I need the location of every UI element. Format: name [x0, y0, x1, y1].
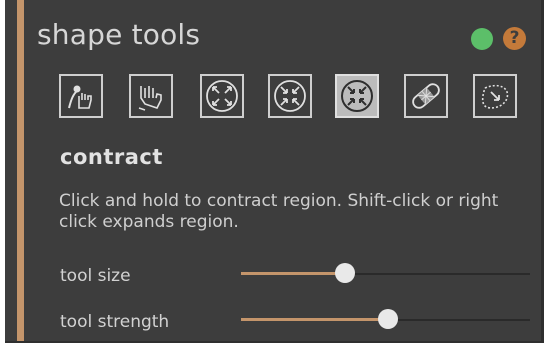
tool-strength-thumb[interactable]	[378, 309, 398, 329]
help-icon[interactable]: ?	[503, 27, 526, 50]
current-tool-description: Click and hold to contract region. Shift…	[59, 191, 499, 232]
tool-contract-button[interactable]	[335, 74, 379, 118]
tool-size-label: tool size	[60, 266, 131, 286]
tool-push-button[interactable]	[59, 74, 103, 118]
tool-strength-fill	[241, 318, 388, 321]
tool-size-slider[interactable]	[241, 263, 530, 283]
tool-expand-button[interactable]	[200, 74, 244, 118]
contract-region-selected-icon	[341, 80, 373, 112]
push-hand-icon	[68, 85, 92, 109]
app-frame: shape tools ? contract Click and hold to…	[0, 0, 545, 345]
tool-smooth-button[interactable]	[473, 74, 517, 118]
expand-region-icon	[206, 80, 238, 112]
panel-accent-bar	[17, 0, 24, 341]
tool-strength-label: tool strength	[60, 312, 170, 332]
tool-contract-alt-button[interactable]	[268, 74, 312, 118]
contract-region-icon	[274, 80, 306, 112]
status-indicator-dot	[471, 28, 493, 50]
smooth-curve-icon	[481, 84, 509, 109]
panel-title: shape tools	[37, 18, 201, 51]
tool-size-fill	[241, 272, 345, 275]
bandage-heal-icon	[412, 83, 440, 109]
tool-strength-slider[interactable]	[241, 309, 530, 329]
tool-drag-button[interactable]	[129, 74, 173, 118]
drag-hand-icon	[138, 86, 162, 111]
tool-heal-button[interactable]	[404, 74, 448, 118]
tool-size-thumb[interactable]	[335, 263, 355, 283]
shape-tools-panel	[5, 0, 544, 343]
current-tool-name: contract	[60, 145, 163, 169]
